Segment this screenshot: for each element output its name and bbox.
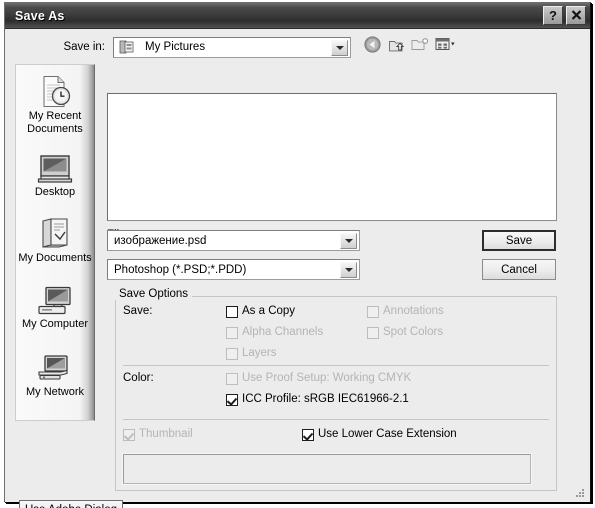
chevron-down-icon[interactable]: [340, 262, 357, 278]
checkbox-alpha-channels[interactable]: Alpha Channels: [226, 326, 323, 339]
section-divider: [123, 365, 549, 366]
place-label-my-recent-documents: My Recent Documents: [27, 110, 83, 135]
resize-grip-icon[interactable]: [574, 487, 586, 499]
color-section-label: Color:: [123, 372, 154, 384]
checkbox-label: As a Copy: [242, 305, 296, 317]
section-divider: [123, 419, 549, 420]
save-in-label: Save in:: [63, 41, 105, 53]
checkbox-box: [226, 373, 238, 385]
place-my-recent-documents[interactable]: My Recent Documents: [16, 65, 94, 136]
checkbox-layers[interactable]: Layers: [226, 347, 277, 360]
checkbox-label: Annotations: [383, 305, 444, 317]
checkbox-box: [226, 394, 238, 406]
checkbox-label: Use Lower Case Extension: [318, 428, 457, 440]
chevron-down-icon[interactable]: [340, 233, 357, 249]
checkbox-box: [226, 306, 238, 318]
file-name-value: изображение.psd: [114, 234, 207, 247]
save-section-label: Save:: [123, 305, 153, 317]
checkbox-box: [226, 348, 238, 360]
recent-documents-icon: [38, 74, 72, 108]
checkbox-as-a-copy[interactable]: As a Copy: [226, 305, 295, 318]
place-label-my-network: My Network: [25, 386, 85, 398]
checkbox-annotations[interactable]: Annotations: [367, 305, 444, 318]
file-name-label: File name:: [5, 229, 139, 253]
file-list[interactable]: [106, 92, 558, 222]
save-button[interactable]: Save: [482, 230, 556, 251]
checkbox-label: Use Proof Setup: Working CMYK: [242, 372, 412, 384]
checkbox-icc-profile[interactable]: ICC Profile: sRGB IEC61966-2.1: [226, 393, 409, 406]
checkbox-box: [302, 429, 314, 441]
checkbox-box: [123, 429, 135, 441]
use-adobe-dialog-button[interactable]: Use Adobe Dialog: [19, 500, 123, 508]
back-button[interactable]: [364, 36, 381, 58]
save-in-value: My Pictures: [145, 41, 206, 53]
question-mark-icon: ?: [549, 8, 557, 23]
new-folder-button[interactable]: [411, 37, 428, 57]
save-as-dialog-screen: Save As ? Save in: My Pictures My Recent…: [0, 0, 595, 508]
save-as-window: Save As ? Save in: My Pictures My Recent…: [4, 2, 591, 508]
checkbox-spot-colors[interactable]: Spot Colors: [367, 326, 443, 339]
chevron-down-icon[interactable]: [331, 39, 348, 56]
checkbox-label: ICC Profile: sRGB IEC61966-2.1: [242, 393, 409, 405]
up-one-level-button[interactable]: [388, 37, 405, 58]
checkbox-label: Thumbnail: [139, 428, 193, 440]
my-network-icon: [37, 350, 73, 384]
window-title: Save As: [15, 8, 65, 23]
close-icon: [571, 10, 581, 20]
file-name-input[interactable]: изображение.psd: [107, 230, 360, 251]
format-label: Format:: [5, 264, 147, 276]
save-options-title: Save Options: [115, 288, 193, 300]
my-computer-icon: [37, 282, 73, 316]
new-folder-icon: [411, 38, 428, 50]
checkbox-label: Layers: [242, 347, 277, 359]
cancel-button[interactable]: Cancel: [482, 259, 556, 280]
dialog-body: Save in: My Pictures My Recent Documents…: [5, 29, 590, 508]
views-button[interactable]: [435, 37, 456, 57]
place-label-my-computer: My Computer: [21, 318, 89, 330]
checkbox-label: Alpha Channels: [242, 326, 324, 338]
thumbnail-preview-area: [122, 453, 532, 485]
checkbox-use-proof-setup[interactable]: Use Proof Setup: Working CMYK: [226, 372, 411, 385]
checkbox-box: [226, 327, 238, 339]
format-value: Photoshop (*.PSD;*.PDD): [114, 263, 247, 276]
place-my-network[interactable]: My Network: [16, 331, 94, 399]
save-in-row: Save in: My Pictures: [5, 36, 590, 58]
back-icon: [364, 36, 381, 53]
up-one-level-icon: [389, 40, 405, 51]
checkbox-label: Spot Colors: [383, 326, 444, 338]
place-label-desktop: Desktop: [34, 186, 76, 198]
save-in-dropdown[interactable]: My Pictures: [113, 36, 351, 58]
close-button[interactable]: [566, 6, 586, 25]
navigation-toolbar: [364, 36, 456, 58]
views-icon: [435, 38, 455, 50]
desktop-icon: [37, 150, 73, 184]
my-pictures-folder-icon: [119, 40, 134, 54]
checkbox-use-lower-case-extension[interactable]: Use Lower Case Extension: [302, 428, 457, 441]
checkbox-box: [367, 327, 379, 339]
title-bar-buttons: ?: [543, 6, 586, 25]
title-bar[interactable]: Save As ?: [5, 3, 590, 29]
format-dropdown[interactable]: Photoshop (*.PSD;*.PDD): [107, 259, 360, 280]
checkbox-thumbnail[interactable]: Thumbnail: [123, 428, 193, 441]
checkbox-box: [367, 306, 379, 318]
place-desktop[interactable]: Desktop: [16, 136, 94, 199]
help-button[interactable]: ?: [543, 6, 563, 25]
